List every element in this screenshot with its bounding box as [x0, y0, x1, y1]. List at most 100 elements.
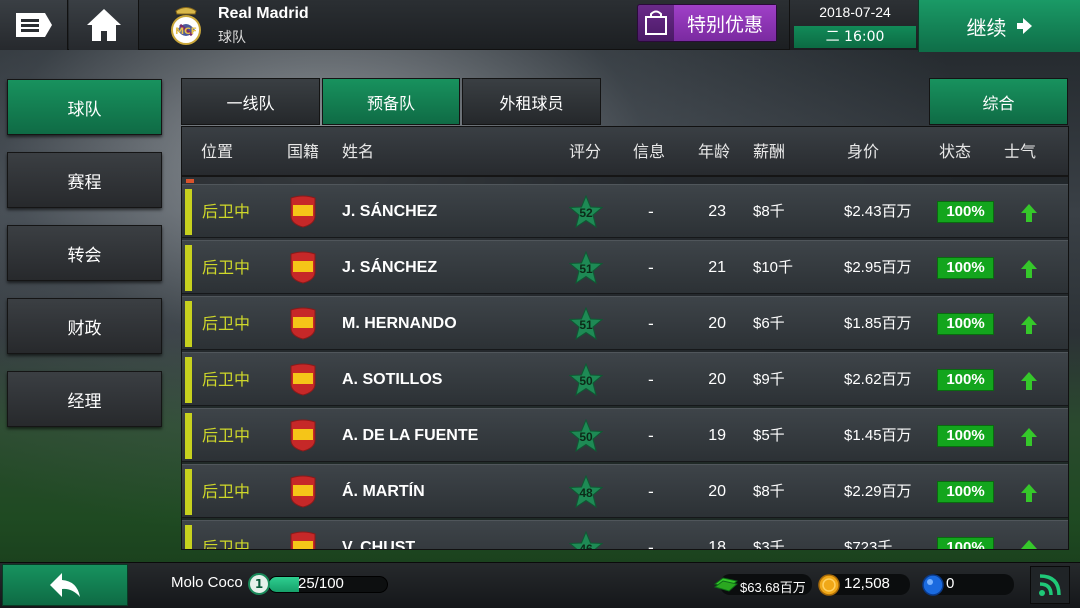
- arrow-up-icon: [1021, 540, 1037, 549]
- player-age: 21: [708, 259, 726, 276]
- status-badge: 100%: [937, 201, 994, 223]
- sidebar-item-fixtures[interactable]: 赛程: [7, 152, 162, 208]
- sidebar-item-transfers[interactable]: 转会: [7, 225, 162, 281]
- player-wage: $6千: [753, 315, 785, 332]
- player-rating: 50: [579, 430, 593, 444]
- player-info: -: [648, 538, 654, 550]
- back-button[interactable]: [2, 564, 128, 606]
- special-offer-label: 特别优惠: [674, 5, 776, 41]
- continue-button[interactable]: 继续: [918, 0, 1080, 52]
- header-status[interactable]: 状态: [939, 127, 971, 177]
- table-row[interactable]: 后卫中 M. HERNANDO 51 - 20 $6千 $1.85百万 100%: [182, 296, 1068, 350]
- tab-first-team[interactable]: 一线队: [181, 78, 320, 125]
- continue-label: 继续: [966, 15, 1007, 40]
- tab-label: 预备队: [366, 93, 415, 113]
- player-value: $2.29百万: [844, 483, 912, 500]
- player-wage: $8千: [753, 483, 785, 500]
- sidebar-item-finance[interactable]: 财政: [7, 298, 162, 354]
- status-badge: 100%: [937, 425, 994, 447]
- news-feed-button[interactable]: [1030, 566, 1070, 604]
- player-position: 后卫中: [202, 258, 251, 277]
- player-wage: $8千: [753, 203, 785, 220]
- sidebar-item-label: 球队: [67, 99, 102, 120]
- player-name: A. DE LA FUENTE: [342, 427, 479, 444]
- manager-level-badge: 1: [248, 573, 270, 595]
- position-stripe: [185, 469, 192, 515]
- table-row[interactable]: 后卫中 A. DE LA FUENTE 50 - 19 $5千 $1.45百万 …: [182, 408, 1068, 462]
- player-name: A. SOTILLOS: [342, 371, 443, 388]
- special-offer-button[interactable]: 特别优惠: [637, 4, 777, 42]
- player-rating: 51: [579, 318, 593, 332]
- arrow-up-icon: [1021, 204, 1037, 222]
- cash-amount: $63.68百万: [740, 580, 806, 595]
- position-stripe: [185, 525, 192, 549]
- spain-flag-icon: [290, 195, 316, 228]
- club-name: Real Madrid: [218, 5, 309, 22]
- spain-flag-icon: [290, 307, 316, 340]
- player-info: -: [648, 482, 654, 501]
- table-row[interactable]: 后卫中 V. CHUST 46 - 18 $3千 $723千 100%: [182, 520, 1068, 550]
- player-name: V. CHUST: [342, 539, 416, 550]
- arrow-right-icon: [1016, 18, 1032, 34]
- tab-loaned-players[interactable]: 外租球员: [462, 78, 601, 125]
- menu-button[interactable]: [0, 0, 68, 50]
- day-time-label: 二 16:00: [794, 26, 916, 48]
- home-icon: [86, 9, 121, 41]
- header-info[interactable]: 信息: [633, 127, 665, 177]
- menu-icon: [15, 13, 52, 37]
- manager-name: Molo Coco: [171, 574, 243, 591]
- status-badge: 100%: [937, 313, 994, 335]
- cash-icon: [714, 577, 738, 592]
- player-wage: $10千: [753, 259, 794, 276]
- shopping-bag-icon: [638, 5, 674, 41]
- table-row[interactable]: 后卫中 J. SÁNCHEZ 52 - 23 $8千 $2.43百万 100%: [182, 184, 1068, 238]
- header-age[interactable]: 年龄: [698, 127, 730, 177]
- table-row[interactable]: 后卫中 Á. MARTÍN 48 - 20 $8千 $2.29百万 100%: [182, 464, 1068, 518]
- player-rating: 46: [579, 542, 593, 550]
- table-row[interactable]: 后卫中 J. SÁNCHEZ 51 - 21 $10千 $2.95百万 100%: [182, 240, 1068, 294]
- player-age: 18: [708, 539, 726, 550]
- header-nationality[interactable]: 国籍: [287, 127, 319, 177]
- player-position: 后卫中: [202, 426, 251, 445]
- spain-flag-icon: [290, 363, 316, 396]
- player-value: $2.62百万: [844, 371, 912, 388]
- bottom-bar: [0, 562, 1080, 608]
- header-morale[interactable]: 士气: [1004, 127, 1036, 177]
- player-name: Á. MARTÍN: [342, 483, 425, 500]
- position-stripe: [185, 189, 192, 235]
- table-row[interactable]: 后卫中 A. SOTILLOS 50 - 20 $9千 $2.62百万 100%: [182, 352, 1068, 406]
- player-rating: 48: [579, 486, 593, 500]
- player-age: 20: [708, 315, 726, 332]
- header-rating[interactable]: 评分: [569, 127, 601, 177]
- header-wage[interactable]: 薪酬: [753, 127, 785, 177]
- arrow-up-icon: [1021, 372, 1037, 390]
- player-table: 位置 国籍 姓名 评分 信息 年龄 薪酬 身价 状态 士气 后卫中 J. SÁN…: [181, 126, 1069, 550]
- player-rating: 50: [579, 374, 593, 388]
- player-info: -: [648, 426, 654, 445]
- player-age: 20: [708, 371, 726, 388]
- arrow-up-icon: [1021, 316, 1037, 334]
- svg-text:MCF: MCF: [175, 27, 197, 37]
- tab-reserves[interactable]: 预备队: [322, 78, 460, 125]
- player-position: 后卫中: [202, 538, 251, 550]
- sidebar-item-squad[interactable]: 球队: [7, 79, 162, 135]
- home-button[interactable]: [69, 0, 139, 50]
- header-name[interactable]: 姓名: [342, 127, 374, 177]
- header-position[interactable]: 位置: [201, 127, 233, 177]
- gem-icon: [922, 574, 944, 596]
- header-value[interactable]: 身价: [847, 127, 879, 177]
- gem-amount: 0: [946, 575, 955, 592]
- position-stripe: [185, 413, 192, 459]
- player-wage: $5千: [753, 427, 785, 444]
- status-badge: 100%: [937, 369, 994, 391]
- player-name: M. HERNANDO: [342, 315, 457, 332]
- rss-icon: [1039, 574, 1061, 596]
- sidebar-item-label: 赛程: [67, 172, 102, 193]
- spain-flag-icon: [290, 251, 316, 284]
- spain-flag-icon: [290, 475, 316, 508]
- player-value: $2.43百万: [844, 203, 912, 220]
- table-header: 位置 国籍 姓名 评分 信息 年龄 薪酬 身价 状态 士气: [182, 127, 1068, 177]
- overview-button[interactable]: 综合: [929, 78, 1068, 125]
- sidebar-item-manager[interactable]: 经理: [7, 371, 162, 427]
- player-position: 后卫中: [202, 482, 251, 501]
